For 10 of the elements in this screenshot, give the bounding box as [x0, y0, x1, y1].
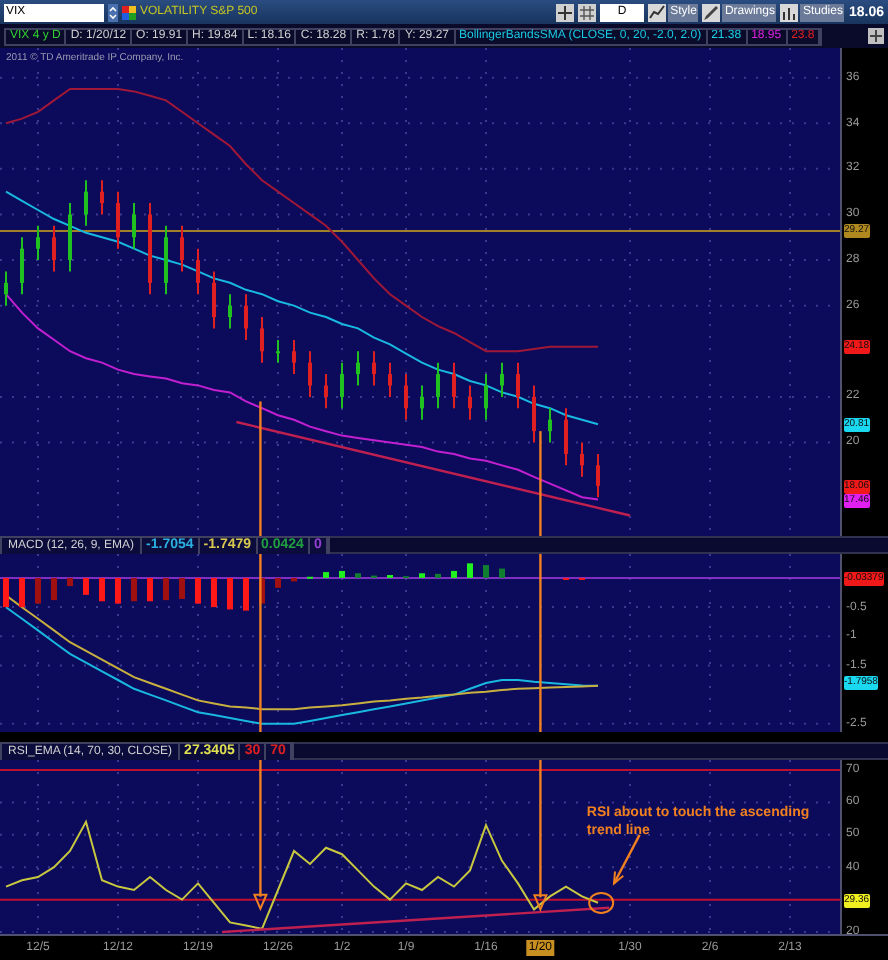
highlight-circle — [588, 891, 615, 914]
marker-line — [259, 401, 262, 536]
chart-icon — [648, 3, 667, 21]
pencil-icon — [702, 3, 721, 21]
marker-line — [539, 431, 542, 536]
dropdown-icon[interactable] — [108, 3, 118, 21]
bar-chart-icon — [780, 3, 799, 21]
color-squares-icon — [122, 5, 136, 19]
crosshair-icon[interactable] — [556, 3, 575, 21]
arrow — [612, 834, 641, 886]
